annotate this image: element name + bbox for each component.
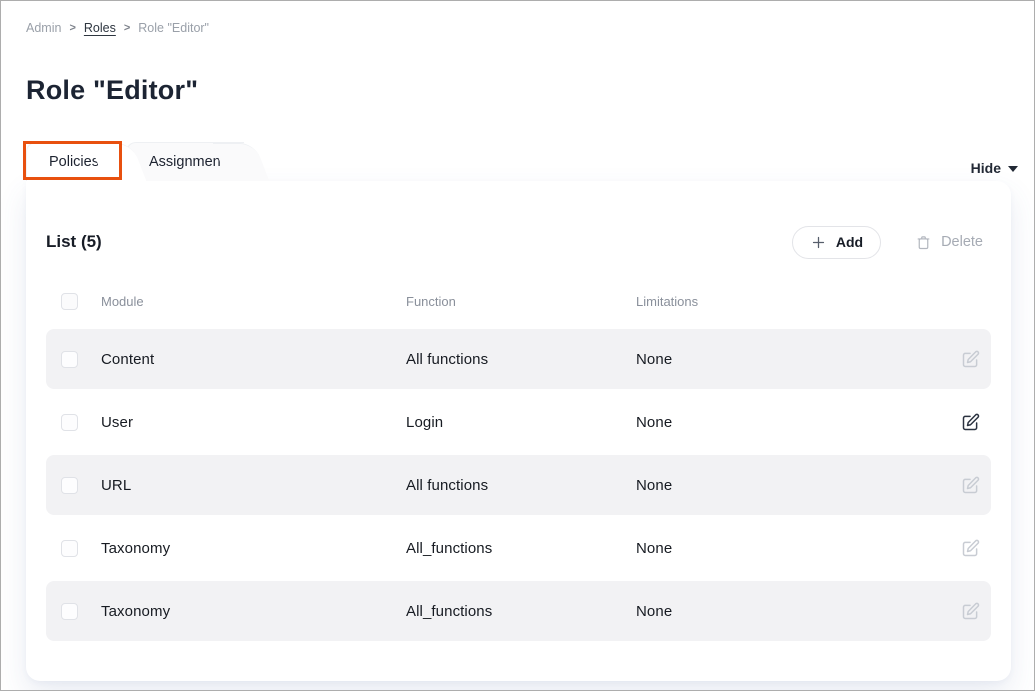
edit-button[interactable] [941, 412, 981, 433]
edit-button[interactable] [941, 601, 981, 622]
breadcrumb: Admin > Roles > Role "Editor" [26, 21, 209, 35]
edit-icon [960, 412, 981, 433]
cell-module: Taxonomy [101, 603, 406, 620]
cell-module: Content [101, 351, 406, 368]
list-toolbar: List (5) Add Delet [46, 225, 991, 259]
breadcrumb-item-roles[interactable]: Roles [84, 21, 116, 35]
breadcrumb-item-current: Role "Editor" [138, 21, 209, 35]
column-header-limitations: Limitations [636, 294, 941, 309]
cell-module: URL [101, 477, 406, 494]
cell-limitations: None [636, 540, 941, 557]
policies-panel: List (5) Add Delet [26, 181, 1011, 681]
edit-icon [960, 475, 981, 496]
cell-limitations: None [636, 477, 941, 494]
add-button-label: Add [836, 234, 863, 250]
table-row: Taxonomy All_functions None [46, 518, 991, 578]
chevron-down-icon [1008, 166, 1018, 172]
delete-button-label: Delete [941, 234, 983, 250]
trash-icon [915, 234, 932, 251]
edit-icon [960, 601, 981, 622]
cell-limitations: None [636, 414, 941, 431]
plus-icon [810, 234, 827, 251]
edit-button[interactable] [941, 538, 981, 559]
hide-label: Hide [971, 160, 1001, 176]
page-title: Role "Editor" [26, 75, 198, 106]
toolbar-actions: Add Delete [792, 226, 991, 259]
cell-function: All functions [406, 477, 636, 494]
table-row: User Login None [46, 392, 991, 452]
app-window: Admin > Roles > Role "Editor" Role "Edit… [0, 0, 1035, 691]
table-body: Content All functions None User Login No… [46, 329, 991, 641]
row-checkbox[interactable] [61, 603, 78, 620]
list-title: List (5) [46, 232, 102, 252]
table-row: Taxonomy All_functions None [46, 581, 991, 641]
hide-toggle[interactable]: Hide [971, 160, 1018, 176]
row-checkbox[interactable] [61, 351, 78, 368]
cell-limitations: None [636, 603, 941, 620]
tab-policies[interactable]: Policies [26, 142, 121, 181]
tab-assignments-label: Assignments [149, 154, 232, 170]
row-checkbox[interactable] [61, 414, 78, 431]
cell-function: All_functions [406, 540, 636, 557]
edit-icon [960, 538, 981, 559]
tab-policies-label: Policies [49, 154, 99, 170]
table-header-row: Module Function Limitations [46, 285, 991, 317]
cell-function: All functions [406, 351, 636, 368]
breadcrumb-item-admin[interactable]: Admin [26, 21, 61, 35]
cell-module: Taxonomy [101, 540, 406, 557]
edit-button[interactable] [941, 349, 981, 370]
row-checkbox[interactable] [61, 477, 78, 494]
table-row: Content All functions None [46, 329, 991, 389]
select-all-checkbox[interactable] [61, 293, 78, 310]
table-row: URL All functions None [46, 455, 991, 515]
cell-function: All_functions [406, 603, 636, 620]
breadcrumb-separator: > [69, 22, 75, 34]
edit-button[interactable] [941, 475, 981, 496]
cell-function: Login [406, 414, 636, 431]
column-header-function: Function [406, 294, 636, 309]
add-button[interactable]: Add [792, 226, 881, 259]
edit-icon [960, 349, 981, 370]
cell-module: User [101, 414, 406, 431]
cell-limitations: None [636, 351, 941, 368]
delete-button[interactable]: Delete [907, 234, 991, 251]
breadcrumb-separator: > [124, 22, 130, 34]
column-header-module: Module [101, 294, 406, 309]
row-checkbox[interactable] [61, 540, 78, 557]
